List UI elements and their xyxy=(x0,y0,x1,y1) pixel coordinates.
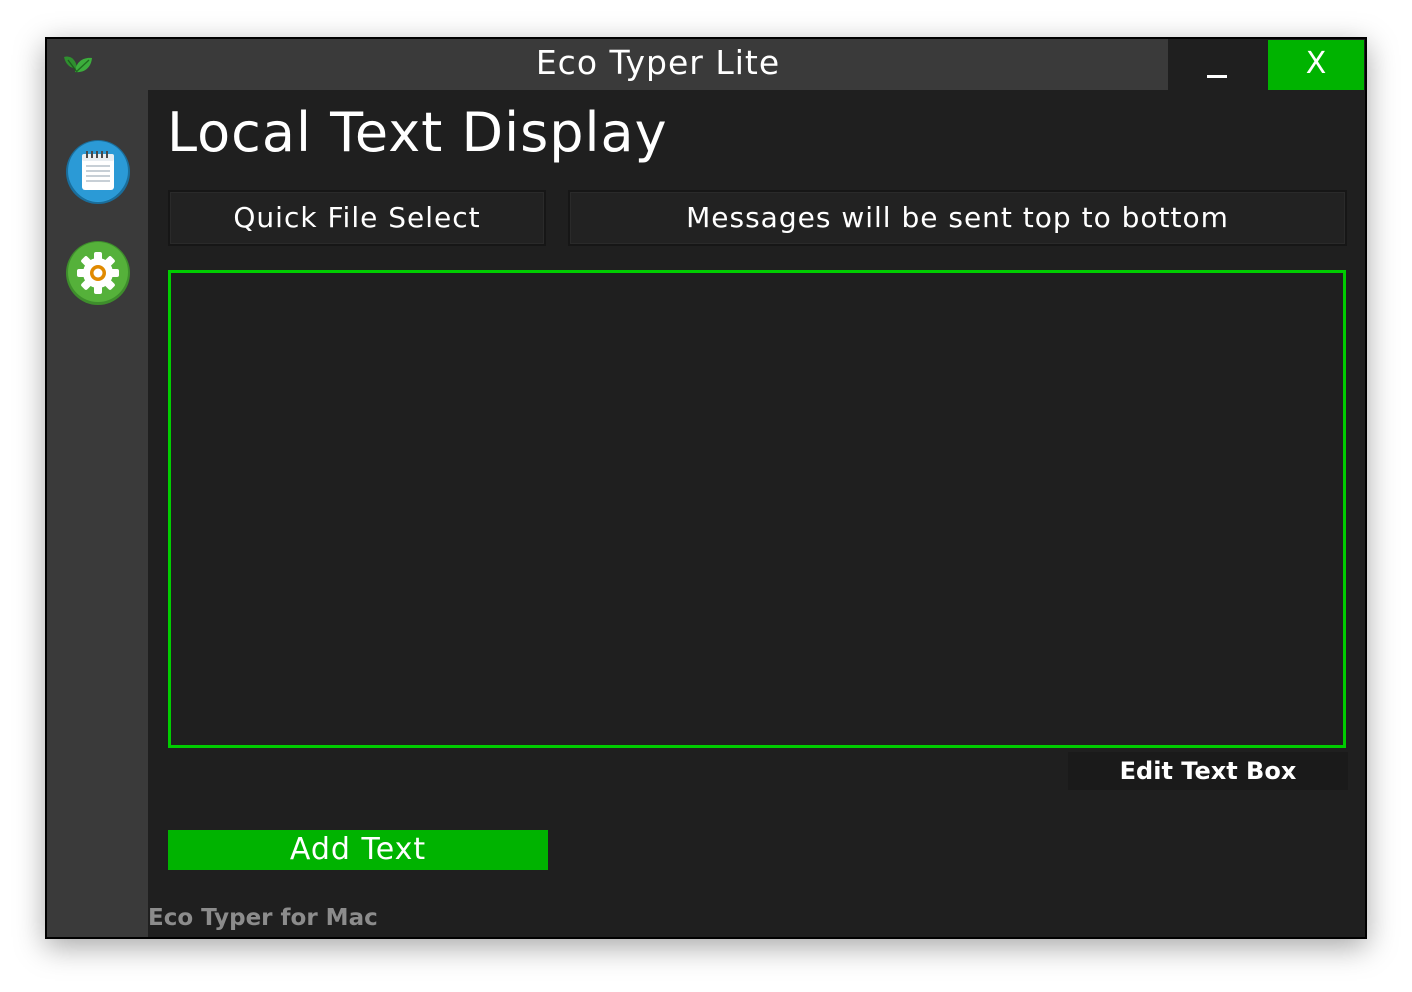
page-title: Local Text Display xyxy=(167,101,668,164)
gear-icon[interactable] xyxy=(66,241,130,305)
sidebar xyxy=(47,39,148,937)
app-window: Eco Typer Lite X Local Text Display Quic… xyxy=(45,37,1367,939)
quick-file-select-button[interactable]: Quick File Select xyxy=(168,190,546,246)
close-button[interactable]: X xyxy=(1268,40,1364,90)
message-order-button[interactable]: Messages will be sent top to bottom xyxy=(568,190,1347,246)
leaf-icon xyxy=(64,56,92,73)
text-display-box[interactable] xyxy=(168,270,1346,748)
add-text-button[interactable]: Add Text xyxy=(168,830,548,870)
minimize-button[interactable] xyxy=(1205,59,1235,89)
minimize-icon xyxy=(1207,75,1227,78)
window-title: Eco Typer Lite xyxy=(535,43,781,82)
edit-text-box-button[interactable]: Edit Text Box xyxy=(1068,752,1348,790)
notepad-icon[interactable] xyxy=(66,140,130,204)
footer-label: Eco Typer for Mac xyxy=(148,905,378,931)
